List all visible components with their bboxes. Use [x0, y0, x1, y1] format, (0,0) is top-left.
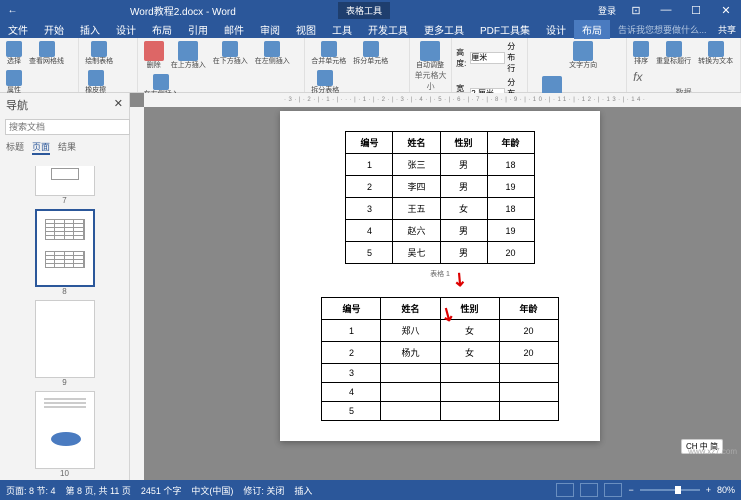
insert-below-button[interactable]: 在下方插入 [211, 40, 250, 66]
align-bl[interactable] [532, 62, 542, 72]
table-row: 5吴七男20 [346, 242, 534, 264]
zoom-in-icon[interactable]: + [706, 485, 711, 495]
align-mc[interactable] [543, 51, 553, 61]
draw-table-button[interactable]: 绘制表格 [83, 40, 115, 66]
thumb-page-10[interactable]: 10 [4, 391, 125, 478]
tab-table-layout[interactable]: 布局 [574, 20, 610, 39]
document-area[interactable]: ·3·|·2·|·1·|···|·1·|·2·|·3·|·4·|·5·|·6·|… [130, 93, 741, 480]
horizontal-ruler[interactable]: ·3·|·2·|·1·|···|·1·|·2·|·3·|·4·|·5·|·6·|… [144, 93, 741, 107]
tell-me-input[interactable]: 告诉我您想要做什么... [618, 23, 707, 36]
autofit-button[interactable]: 自动调整 [414, 40, 446, 70]
page-canvas[interactable]: 编号姓名性别年龄 1张三男18 2李四男19 3王五女18 4赵六男19 5吴七… [280, 111, 600, 441]
select-button[interactable]: 选择 [4, 40, 24, 66]
tab-references[interactable]: 引用 [180, 20, 216, 39]
gridlines-button[interactable]: 查看网格线 [27, 40, 66, 66]
thumb-page-8[interactable]: 8 [4, 209, 125, 296]
contextual-tab-label: 表格工具 [338, 2, 390, 19]
tab-table-design[interactable]: 设计 [538, 20, 574, 39]
table-row: 4 [322, 383, 558, 402]
tab-file[interactable]: 文件 [0, 20, 36, 39]
minimize-icon[interactable]: — [651, 4, 681, 17]
insert-above-button[interactable]: 在上方插入 [169, 40, 208, 70]
nav-close-icon[interactable]: ✕ [114, 97, 123, 113]
split-cells-button[interactable]: 拆分单元格 [351, 40, 390, 66]
nav-tab-pages[interactable]: 页面 [32, 140, 50, 155]
tab-view[interactable]: 视图 [288, 20, 324, 39]
nav-search-input[interactable] [5, 119, 130, 135]
status-words[interactable]: 2451 个字 [141, 484, 182, 497]
nav-tab-headings[interactable]: 标题 [6, 140, 24, 155]
tab-dev[interactable]: 开发工具 [360, 20, 416, 39]
back-button[interactable]: ← [0, 5, 25, 16]
convert-text-button[interactable]: 转换为文本 [696, 40, 735, 66]
tab-layout[interactable]: 布局 [144, 20, 180, 39]
align-ml[interactable] [532, 51, 542, 61]
status-page[interactable]: 页面: 8 节: 4 [6, 484, 56, 497]
document-title: Word教程2.docx - Word [25, 3, 338, 18]
group-cellsize: 单元格大小 [414, 70, 447, 92]
nav-tab-results[interactable]: 结果 [58, 140, 76, 155]
align-mr[interactable] [554, 51, 564, 61]
tab-home[interactable]: 开始 [36, 20, 72, 39]
table-row: 4赵六男19 [346, 220, 534, 242]
height-input[interactable] [470, 52, 505, 64]
align-bc[interactable] [543, 62, 553, 72]
status-lang[interactable]: 中文(中国) [191, 484, 233, 497]
split-table-button[interactable]: 拆分表格 [309, 69, 341, 95]
sort-button[interactable]: 排序 [631, 40, 651, 66]
tab-tools[interactable]: 工具 [324, 20, 360, 39]
height-label: 高度: [456, 47, 468, 69]
tab-mailings[interactable]: 邮件 [216, 20, 252, 39]
watermark: www.xz7.com [688, 447, 737, 456]
table-caption: 表格 1 [310, 269, 570, 279]
table-row: 3 [322, 364, 558, 383]
navigation-pane: 导航 ✕ 🔍 标题 页面 结果 7 8 [0, 93, 130, 480]
delete-button[interactable]: 删除 [142, 40, 166, 70]
nav-title: 导航 [6, 97, 28, 113]
dist-rows-button[interactable]: 分布行 [507, 41, 523, 74]
zoom-level[interactable]: 80% [717, 485, 735, 495]
status-bar: 页面: 8 节: 4 第 8 页, 共 11 页 2451 个字 中文(中国) … [0, 480, 741, 500]
table-row: 3王五女18 [346, 198, 534, 220]
view-print-icon[interactable] [580, 483, 598, 497]
status-track[interactable]: 修订: 关闭 [243, 484, 284, 497]
properties-button[interactable]: 属性 [4, 69, 24, 95]
login-link[interactable]: 登录 [598, 4, 616, 17]
tab-insert[interactable]: 插入 [72, 20, 108, 39]
merge-cells-button[interactable]: 合并单元格 [309, 40, 348, 66]
table-row: 2杨九女20 [322, 342, 558, 364]
text-direction-button[interactable]: 文字方向 [567, 40, 599, 70]
status-insert[interactable]: 插入 [294, 484, 312, 497]
zoom-out-icon[interactable]: − [628, 485, 633, 495]
formula-button[interactable]: fx [631, 69, 651, 87]
tab-review[interactable]: 审阅 [252, 20, 288, 39]
view-web-icon[interactable] [604, 483, 622, 497]
share-button[interactable]: 共享 [718, 23, 736, 36]
zoom-slider[interactable] [640, 489, 700, 491]
table-row: 1张三男18 [346, 154, 534, 176]
vertical-ruler[interactable] [130, 107, 144, 480]
view-read-icon[interactable] [556, 483, 574, 497]
ribbon: 选择 查看网格线 属性 表 绘制表格 橡皮擦 绘图 删除 在上方插入 在下方插入… [0, 38, 741, 93]
maximize-icon[interactable]: ☐ [681, 4, 711, 17]
ribbon-options-icon[interactable]: ⊡ [621, 4, 651, 17]
table-row: 2李四男19 [346, 176, 534, 198]
insert-left-button[interactable]: 在左侧插入 [253, 40, 292, 66]
table-1[interactable]: 编号姓名性别年龄 1张三男18 2李四男19 3王五女18 4赵六男19 5吴七… [345, 131, 534, 264]
thumb-page-9[interactable]: 9 [4, 300, 125, 387]
tab-more-tools[interactable]: 更多工具 [416, 20, 472, 39]
tab-design[interactable]: 设计 [108, 20, 144, 39]
align-tc[interactable] [543, 40, 553, 50]
thumb-page-7[interactable]: 7 [4, 166, 125, 205]
eraser-button[interactable]: 橡皮擦 [83, 69, 108, 95]
table-row: 5 [322, 402, 558, 421]
align-tl[interactable] [532, 40, 542, 50]
close-icon[interactable]: ✕ [711, 4, 741, 17]
repeat-header-button[interactable]: 重复标题行 [654, 40, 693, 66]
status-page-of[interactable]: 第 8 页, 共 11 页 [66, 484, 131, 497]
align-br[interactable] [554, 62, 564, 72]
tab-pdf[interactable]: PDF工具集 [472, 20, 538, 39]
align-tr[interactable] [554, 40, 564, 50]
